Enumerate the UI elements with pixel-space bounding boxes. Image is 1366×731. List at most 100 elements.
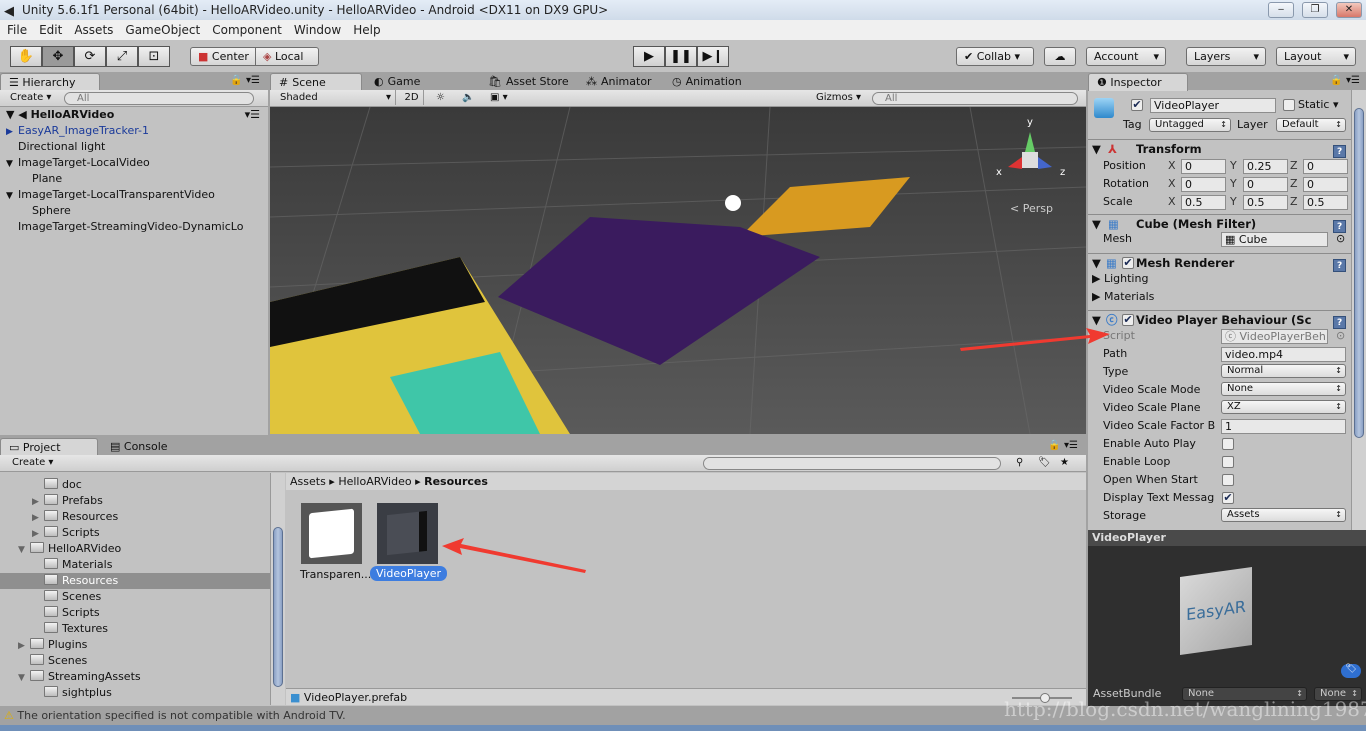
- scene-search-input[interactable]: All: [872, 92, 1078, 105]
- scale-mode-dropdown[interactable]: None: [1221, 382, 1346, 396]
- static-checkbox[interactable]: [1283, 99, 1295, 111]
- script-field[interactable]: ⓒ VideoPlayerBeh: [1221, 329, 1328, 344]
- tab-scene[interactable]: # Scene: [270, 73, 362, 91]
- transform-header[interactable]: ▼⅄Transform?⚙: [1088, 139, 1366, 158]
- scale-z-field[interactable]: 0.5: [1303, 195, 1348, 210]
- restore-button[interactable]: ❐: [1302, 2, 1328, 18]
- tab-project[interactable]: ▭ Project: [0, 438, 98, 456]
- cloud-icon[interactable]: ☁: [1044, 47, 1076, 66]
- shading-dropdown[interactable]: Shaded ▾: [280, 90, 396, 105]
- object-picker-icon[interactable]: ⊙: [1336, 329, 1345, 342]
- help-icon[interactable]: ?: [1333, 145, 1347, 158]
- filter-type-icon[interactable]: ⚲: [1016, 455, 1023, 470]
- hierarchy-item[interactable]: ▶ EasyAR_ImageTracker-1: [0, 123, 268, 139]
- foldout-arrow-icon[interactable]: ▼: [1092, 215, 1101, 233]
- foldout-arrow-icon[interactable]: ▼: [1092, 140, 1101, 158]
- project-folder-item[interactable]: Scripts: [0, 605, 270, 621]
- mesh-field[interactable]: ▦ Cube: [1221, 232, 1328, 247]
- toggle-checkbox[interactable]: ✔: [1222, 492, 1234, 504]
- menu-gameobject[interactable]: GameObject: [125, 23, 200, 37]
- layer-dropdown[interactable]: Default: [1276, 118, 1346, 132]
- scrollbar-thumb[interactable]: [1354, 108, 1364, 438]
- project-folder-item[interactable]: ▶ Resources: [0, 509, 270, 525]
- scale-tool-icon[interactable]: ⤢: [106, 46, 138, 67]
- layers-button[interactable]: Layers ▾: [1186, 47, 1266, 66]
- play-button[interactable]: ▶: [633, 46, 665, 67]
- project-tree-scrollbar[interactable]: [270, 473, 285, 705]
- preview-cube[interactable]: EasyAR: [1180, 566, 1252, 656]
- rotate-tool-icon[interactable]: ⟳: [74, 46, 106, 67]
- menu-help[interactable]: Help: [353, 23, 380, 37]
- project-folder-item[interactable]: Textures: [0, 621, 270, 637]
- collab-button[interactable]: ✔ Collab ▾: [956, 47, 1034, 66]
- materials-foldout[interactable]: ▶ Materials: [1092, 288, 1154, 306]
- menu-file[interactable]: File: [7, 23, 27, 37]
- project-folder-item[interactable]: Scenes: [0, 589, 270, 605]
- hand-tool-icon[interactable]: ✋: [10, 46, 42, 67]
- foldout-arrow-icon[interactable]: ▼: [1092, 311, 1101, 329]
- expand-arrow-icon[interactable]: ▶: [6, 124, 18, 140]
- close-button[interactable]: ✕: [1336, 2, 1362, 18]
- expand-arrow-icon[interactable]: ▶: [18, 638, 30, 654]
- panel-menu-icon[interactable]: 🔒 ▾☰: [1330, 75, 1360, 86]
- rotation-x-field[interactable]: 0: [1181, 177, 1226, 192]
- tab-animation[interactable]: ◷ Animation: [664, 73, 750, 91]
- menu-component[interactable]: Component: [212, 23, 282, 37]
- breadcrumb-item[interactable]: HelloARVideo: [338, 475, 411, 488]
- step-button[interactable]: ▶❙: [697, 46, 729, 67]
- breadcrumb-item[interactable]: Assets: [290, 475, 326, 488]
- pause-button[interactable]: ❚❚: [665, 46, 697, 67]
- favorite-icon[interactable]: ★: [1060, 455, 1069, 470]
- scale-factor-field[interactable]: 1: [1221, 419, 1346, 434]
- hierarchy-item[interactable]: ▼ ImageTarget-LocalVideo: [0, 155, 268, 171]
- tab-asset-store[interactable]: 🛍 Asset Store: [480, 73, 577, 91]
- hierarchy-search-input[interactable]: All: [64, 92, 254, 105]
- project-folder-item[interactable]: Materials: [0, 557, 270, 573]
- layout-button[interactable]: Layout ▾: [1276, 47, 1356, 66]
- 2d-toggle[interactable]: 2D: [400, 90, 424, 105]
- audio-toggle-icon[interactable]: 🔈: [462, 90, 474, 105]
- expand-arrow-icon[interactable]: ▶: [32, 510, 44, 526]
- toggle-checkbox[interactable]: [1222, 474, 1234, 486]
- panel-menu-icon[interactable]: 🔒 ▾☰: [230, 75, 260, 86]
- project-folder-item[interactable]: ▶ Scripts: [0, 525, 270, 541]
- scene-root[interactable]: ▼ ◀ HelloARVideo ▾☰: [0, 107, 268, 123]
- effects-dropdown-icon[interactable]: ▣ ▾: [490, 90, 508, 105]
- scale-x-field[interactable]: 0.5: [1181, 195, 1226, 210]
- project-folder-item[interactable]: ▼ StreamingAssets: [0, 669, 270, 685]
- scale-plane-dropdown[interactable]: XZ: [1221, 400, 1346, 414]
- lighting-foldout[interactable]: ▶ Lighting: [1092, 270, 1148, 288]
- position-z-field[interactable]: 0: [1303, 159, 1348, 174]
- asset-videoplayer-thumbnail[interactable]: [377, 503, 438, 564]
- scrollbar-thumb[interactable]: [273, 527, 283, 687]
- active-checkbox[interactable]: ✔: [1131, 99, 1143, 111]
- move-tool-icon[interactable]: ✥: [42, 46, 74, 67]
- project-folder-item[interactable]: Scenes: [0, 653, 270, 669]
- object-name-field[interactable]: VideoPlayer: [1150, 98, 1276, 113]
- tab-animator[interactable]: ⁂ Animator: [578, 73, 660, 91]
- tab-console[interactable]: ▤ Console: [102, 438, 176, 456]
- create-dropdown[interactable]: Create ▾: [12, 455, 53, 470]
- project-folder-item[interactable]: ▶ Prefabs: [0, 493, 270, 509]
- tag-dropdown[interactable]: Untagged: [1149, 118, 1231, 132]
- label-tag-icon[interactable]: 🏷: [1341, 664, 1361, 678]
- path-field[interactable]: video.mp4: [1221, 347, 1346, 362]
- minimize-button[interactable]: ‒: [1268, 2, 1294, 18]
- asset-label[interactable]: Transparen...: [300, 568, 371, 581]
- pivot-center-button[interactable]: ■ Center: [190, 47, 256, 66]
- hierarchy-item[interactable]: ImageTarget-StreamingVideo-DynamicLo: [0, 219, 268, 235]
- expand-arrow-icon[interactable]: ▶: [32, 494, 44, 510]
- asset-transparent-thumbnail[interactable]: [301, 503, 362, 564]
- storage-dropdown[interactable]: Assets: [1221, 508, 1346, 522]
- help-icon[interactable]: ?: [1333, 259, 1347, 272]
- expand-arrow-icon[interactable]: ▼: [6, 156, 18, 172]
- expand-arrow-icon[interactable]: ▼: [18, 542, 30, 558]
- toggle-checkbox[interactable]: [1222, 438, 1234, 450]
- lighting-toggle-icon[interactable]: ☼: [436, 90, 445, 105]
- static-dropdown[interactable]: Static ▾: [1298, 98, 1338, 111]
- project-folder-item[interactable]: Resources: [0, 573, 270, 589]
- project-folder-item[interactable]: ▶ Plugins: [0, 637, 270, 653]
- toggle-checkbox[interactable]: [1222, 456, 1234, 468]
- rotation-y-field[interactable]: 0: [1243, 177, 1288, 192]
- position-y-field[interactable]: 0.25: [1243, 159, 1288, 174]
